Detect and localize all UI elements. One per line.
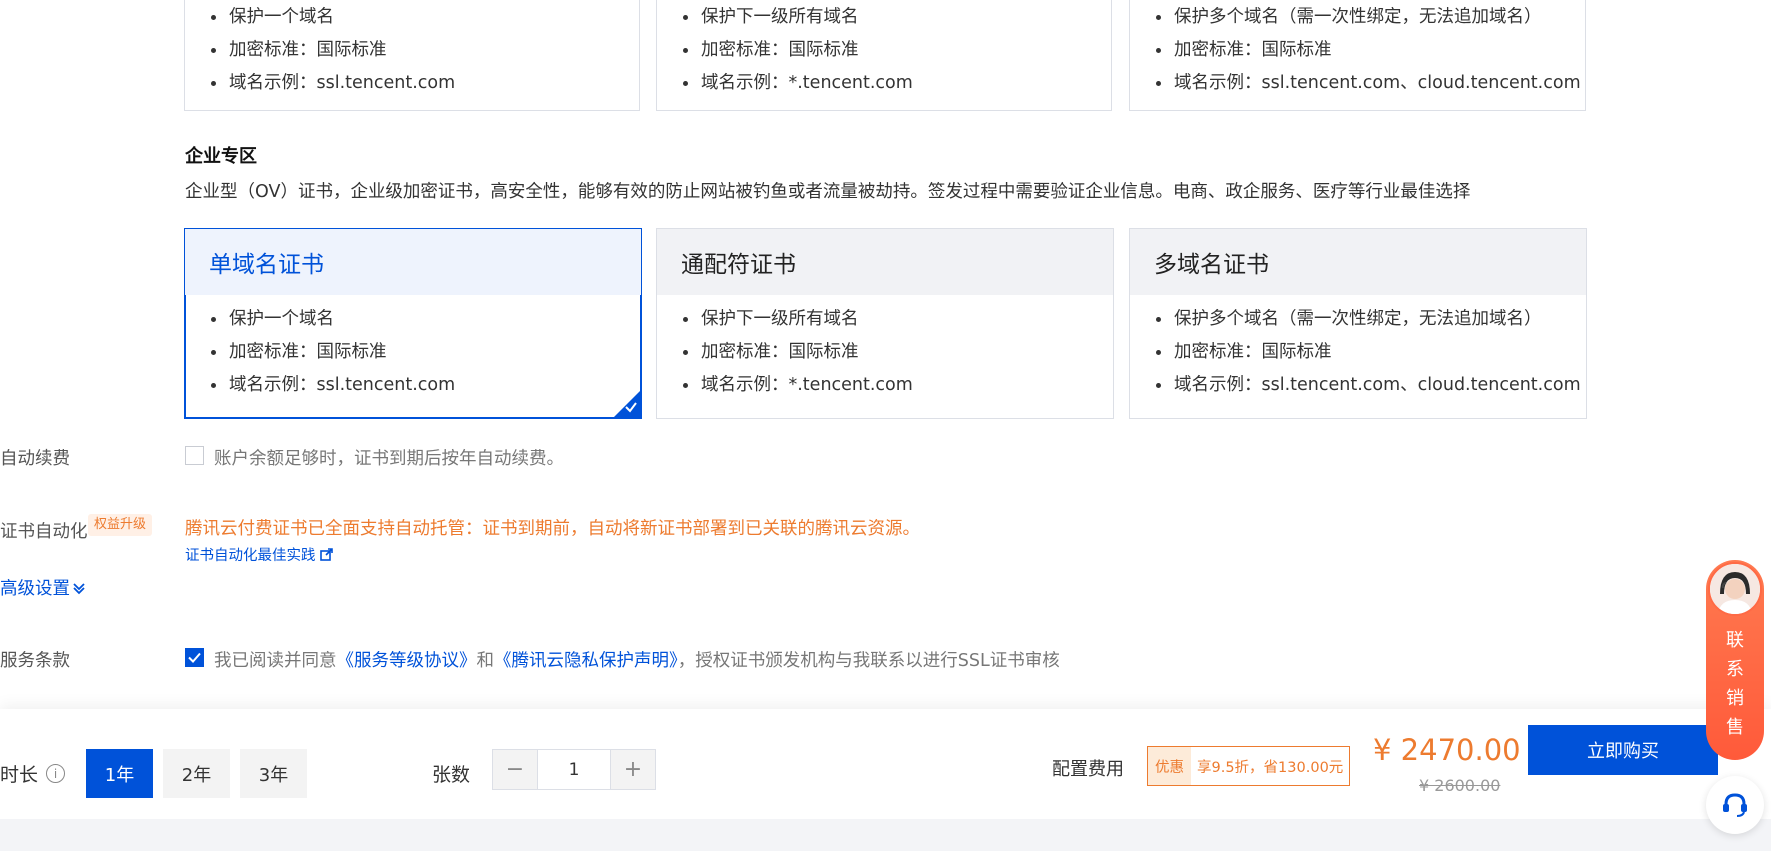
- auto-renew-text: 账户余额足够时，证书到期后按年自动续费。: [214, 449, 564, 469]
- promo-text: 享9.5折，省130.00元: [1197, 759, 1344, 776]
- sla-link[interactable]: 《服务等级协议》: [337, 651, 477, 671]
- list-item: 加密标准：国际标准: [211, 336, 641, 369]
- terms-label: 服务条款: [0, 651, 70, 671]
- list-item: 保护多个域名（需一次性绑定，无法追加域名）: [1156, 1, 1585, 34]
- duration-3-year[interactable]: 3年: [240, 749, 307, 798]
- list-item: 加密标准：国际标准: [683, 34, 1111, 67]
- check-icon: [188, 652, 201, 663]
- section-description: 企业型（OV）证书，企业级加密证书，高安全性，能够有效的防止网站被钓鱼或者流量被…: [185, 182, 1471, 202]
- buy-now-button[interactable]: 立即购买: [1528, 725, 1718, 775]
- privacy-link[interactable]: 《腾讯云隐私保护声明》: [494, 651, 678, 671]
- list-item: 加密标准：国际标准: [211, 34, 639, 67]
- upgrade-badge: 权益升级: [88, 514, 153, 536]
- list-item: 保护下一级所有域名: [683, 1, 1111, 34]
- list-item: 加密标准：国际标准: [1156, 34, 1585, 67]
- quantity-input[interactable]: 1: [537, 750, 611, 789]
- contact-char: 系: [1726, 659, 1744, 680]
- double-chevron-down-icon: [73, 582, 85, 594]
- fee-label: 配置费用: [1052, 759, 1124, 780]
- terms-checkbox[interactable]: [185, 648, 204, 667]
- top-card-single[interactable]: 保护一个域名 加密标准：国际标准 域名示例：ssl.tencent.com: [184, 0, 640, 111]
- contact-sales-button[interactable]: 联系销售: [1706, 560, 1764, 760]
- card-title: 单域名证书: [185, 229, 641, 295]
- terms-text: 我已阅读并同意《服务等级协议》和《腾讯云隐私保护声明》，授权证书颁发机构与我联系…: [214, 647, 1060, 672]
- list-item: 保护下一级所有域名: [683, 303, 1113, 336]
- price: ¥ 2470.00: [1373, 733, 1521, 767]
- contact-char: 售: [1726, 717, 1744, 738]
- promo-badge: 优惠 享9.5折，省130.00元: [1147, 746, 1351, 786]
- auto-renew-checkbox[interactable]: [185, 446, 204, 465]
- promo-tag: 优惠: [1148, 747, 1191, 785]
- list-item: 保护一个域名: [211, 1, 639, 34]
- duration-label: 时长 i: [0, 760, 66, 787]
- card-title: 通配符证书: [657, 229, 1113, 295]
- terms-suffix: ，授权证书颁发机构与我联系以进行SSL证书审核: [677, 651, 1060, 671]
- cert-card-wildcard[interactable]: 通配符证书 保护下一级所有域名 加密标准：国际标准 域名示例：*.tencent…: [656, 228, 1114, 419]
- contact-char: 联: [1726, 630, 1744, 651]
- external-link-icon: [319, 548, 333, 561]
- list-item: 域名示例：ssl.tencent.com、cloud.tencent.com: [1156, 369, 1586, 402]
- list-item: 域名示例：*.tencent.com: [683, 67, 1111, 100]
- plus-button[interactable]: +: [611, 750, 655, 789]
- list-item: 加密标准：国际标准: [1156, 336, 1586, 369]
- list-item: 保护多个域名（需一次性绑定，无法追加域名）: [1156, 303, 1586, 336]
- list-item: 域名示例：*.tencent.com: [683, 369, 1113, 402]
- list-item: 保护一个域名: [211, 303, 641, 336]
- minus-button[interactable]: −: [493, 750, 537, 789]
- customer-support-button[interactable]: [1706, 776, 1764, 834]
- list-item: 加密标准：国际标准: [683, 336, 1113, 369]
- automation-notice: 腾讯云付费证书已全面支持自动托管：证书到期前，自动将新证书部署到已关联的腾讯云资…: [185, 519, 920, 539]
- automation-label: 证书自动化: [0, 522, 88, 542]
- auto-renew-label: 自动续费: [0, 449, 70, 469]
- quantity-label: 张数: [432, 764, 471, 786]
- automation-best-practice-link[interactable]: 证书自动化最佳实践: [185, 544, 333, 565]
- duration-1-year[interactable]: 1年: [86, 749, 153, 798]
- advanced-label: 高级设置: [0, 579, 70, 599]
- card-title: 多域名证书: [1130, 229, 1586, 295]
- list-item: 域名示例：ssl.tencent.com、cloud.tencent.com: [1156, 67, 1585, 100]
- list-item: 域名示例：ssl.tencent.com: [211, 67, 639, 100]
- terms-and: 和: [476, 651, 495, 671]
- cert-card-multi-domain[interactable]: 多域名证书 保护多个域名（需一次性绑定，无法追加域名） 加密标准：国际标准 域名…: [1129, 228, 1587, 419]
- terms-prefix: 我已阅读并同意: [214, 651, 337, 671]
- quantity-stepper: − 1 +: [492, 749, 656, 790]
- avatar: [1708, 562, 1762, 616]
- top-card-multi[interactable]: 保护多个域名（需一次性绑定，无法追加域名） 加密标准：国际标准 域名示例：ssl…: [1129, 0, 1586, 111]
- link-text: 证书自动化最佳实践: [185, 548, 316, 564]
- list-item: 域名示例：ssl.tencent.com: [211, 369, 641, 402]
- contact-char: 销: [1726, 688, 1744, 709]
- check-icon: [625, 402, 637, 413]
- section-title: 企业专区: [185, 146, 257, 167]
- info-icon[interactable]: i: [46, 764, 66, 783]
- duration-2-year[interactable]: 2年: [163, 749, 230, 798]
- advanced-settings-toggle[interactable]: 高级设置: [0, 575, 86, 600]
- agent-avatar-icon: [1710, 564, 1760, 614]
- duration-label-text: 时长: [0, 764, 39, 786]
- top-card-wildcard[interactable]: 保护下一级所有域名 加密标准：国际标准 域名示例：*.tencent.com: [656, 0, 1112, 111]
- contact-sales-text: 联系销售: [1706, 626, 1764, 742]
- cert-card-single-domain[interactable]: 单域名证书 保护一个域名 加密标准：国际标准 域名示例：ssl.tencent.…: [184, 228, 642, 419]
- page-footer-bg: [0, 819, 1771, 851]
- original-price: ¥ 2600.00: [1419, 776, 1501, 795]
- headset-icon: [1723, 793, 1747, 817]
